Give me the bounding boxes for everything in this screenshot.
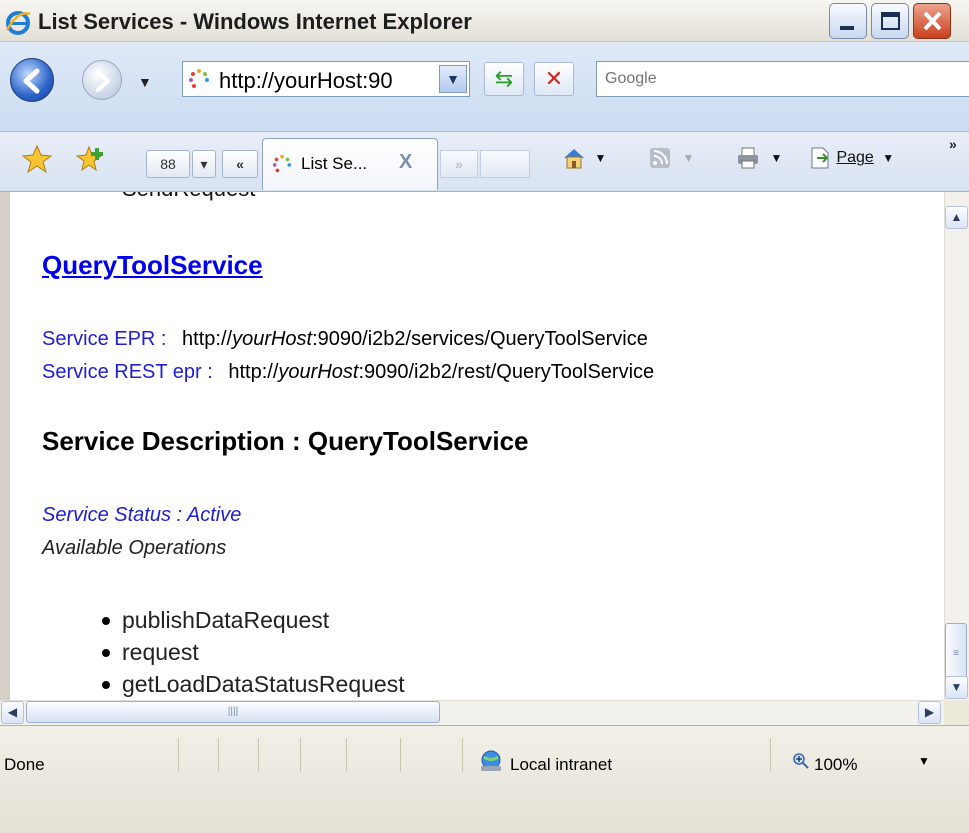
stop-icon: ✕ bbox=[544, 66, 564, 91]
intranet-zone-icon bbox=[481, 750, 501, 771]
close-window-button[interactable] bbox=[913, 3, 951, 39]
rss-feed-icon bbox=[650, 148, 670, 168]
back-arrow-icon bbox=[23, 68, 40, 94]
page-content: SendRequest QueryToolService Service EPR… bbox=[0, 192, 944, 700]
chevron-down-icon[interactable]: ▼ bbox=[594, 151, 606, 165]
horizontal-scroll-thumb[interactable]: |||| bbox=[26, 701, 440, 723]
scroll-down-button[interactable]: ▼ bbox=[945, 676, 968, 699]
window-title: List Services - Windows Internet Explore… bbox=[38, 9, 472, 34]
minimize-button[interactable] bbox=[829, 3, 867, 39]
chevron-up-icon: ▲ bbox=[950, 210, 963, 224]
chevron-down-icon: ▼ bbox=[950, 680, 963, 694]
status-text: Done bbox=[4, 755, 45, 774]
quick-tabs-button[interactable]: 88 bbox=[146, 150, 190, 178]
zoom-icon bbox=[793, 753, 809, 769]
chevron-right-icon: ▶ bbox=[924, 705, 935, 719]
grip-icon: |||| bbox=[227, 706, 239, 717]
service-rest-epr-row: Service REST epr : http://yourHost:9090/… bbox=[42, 361, 654, 384]
scroll-tabs-left-button[interactable]: « bbox=[222, 150, 258, 178]
back-button[interactable] bbox=[10, 58, 54, 102]
scroll-tabs-right-button[interactable]: » bbox=[440, 150, 478, 178]
list-item: request bbox=[80, 636, 405, 668]
list-item: publishDataRequest bbox=[80, 604, 405, 636]
status-divider bbox=[258, 738, 259, 772]
loading-spinner-icon bbox=[189, 69, 209, 88]
favorites-star-icon[interactable] bbox=[22, 144, 52, 174]
chevron-left-icon: ◀ bbox=[7, 705, 18, 719]
scrollbar-corner bbox=[944, 700, 969, 725]
status-divider bbox=[218, 738, 219, 772]
service-epr-value: http://yourHost:9090/i2b2/services/Query… bbox=[182, 328, 648, 350]
status-divider bbox=[462, 738, 463, 772]
home-icon bbox=[564, 149, 584, 169]
page-icon bbox=[811, 147, 829, 169]
more-commands-chevron-icon[interactable]: » bbox=[949, 136, 957, 152]
status-divider bbox=[400, 738, 401, 772]
address-url[interactable]: http://yourHost:90 bbox=[219, 68, 424, 94]
page-menu-button[interactable]: Page ▼ bbox=[808, 146, 894, 170]
service-epr-row: Service EPR : http://yourHost:9090/i2b2/… bbox=[42, 328, 648, 351]
chevron-down-icon: ▾ bbox=[200, 156, 208, 172]
service-description-heading: Service Description : QueryToolService bbox=[42, 426, 529, 456]
service-name-link[interactable]: QueryToolService bbox=[42, 250, 263, 281]
status-divider bbox=[300, 738, 301, 772]
service-epr-label: Service EPR : bbox=[42, 328, 167, 350]
loading-spinner-icon bbox=[272, 154, 292, 173]
chevron-down-icon[interactable]: ▼ bbox=[682, 151, 694, 165]
scroll-left-button[interactable]: ◀ bbox=[1, 701, 24, 724]
grip-icon: ≡ bbox=[953, 648, 959, 659]
new-tab-button[interactable] bbox=[480, 150, 530, 178]
double-chevron-right-icon: » bbox=[455, 156, 463, 172]
chevron-down-icon[interactable]: ▼ bbox=[882, 151, 894, 165]
minimize-icon bbox=[840, 26, 854, 30]
address-bar[interactable]: http://yourHost:90 ▼ bbox=[182, 61, 470, 97]
zoom-level[interactable]: 100% bbox=[814, 755, 857, 775]
zoom-dropdown-icon[interactable]: ▼ bbox=[918, 754, 930, 768]
tab-list-services[interactable]: List Se... X bbox=[262, 138, 438, 190]
tab-label: List Se... bbox=[301, 154, 368, 173]
home-button[interactable]: ▼ bbox=[562, 146, 606, 170]
stop-button[interactable]: ✕ bbox=[534, 62, 574, 96]
search-input[interactable] bbox=[597, 62, 969, 96]
close-icon bbox=[923, 11, 942, 31]
feeds-button[interactable]: ▼ bbox=[648, 146, 694, 170]
add-favorite-icon[interactable] bbox=[76, 144, 106, 174]
service-rest-epr-value: http://yourHost:9090/i2b2/rest/QueryTool… bbox=[228, 361, 655, 383]
maximize-button[interactable] bbox=[871, 3, 909, 39]
status-bar bbox=[0, 725, 969, 833]
operations-list: publishDataRequest request getLoadDataSt… bbox=[80, 604, 405, 700]
forward-arrow-icon bbox=[96, 70, 110, 92]
security-zone-label[interactable]: Local intranet bbox=[510, 755, 612, 775]
service-rest-epr-label: Service REST epr : bbox=[42, 361, 213, 383]
cut-off-text: SendRequest bbox=[122, 192, 255, 202]
refresh-icon: ⇆ bbox=[494, 66, 514, 91]
double-chevron-left-icon: « bbox=[236, 156, 244, 172]
print-button[interactable]: ▼ bbox=[736, 146, 782, 170]
internet-explorer-icon bbox=[5, 11, 31, 35]
tab-close-icon[interactable]: X bbox=[399, 151, 412, 174]
service-status: Service Status : Active bbox=[42, 504, 242, 526]
tab-list-button[interactable]: ▾ bbox=[192, 150, 216, 178]
page-menu-label: Page bbox=[836, 149, 874, 167]
scroll-right-button[interactable]: ▶ bbox=[918, 701, 941, 724]
available-operations-label: Available Operations bbox=[42, 537, 227, 559]
list-item: getLoadDataStatusRequest bbox=[80, 668, 405, 700]
status-divider bbox=[346, 738, 347, 772]
chevron-down-icon[interactable]: ▼ bbox=[770, 151, 782, 165]
status-divider bbox=[770, 738, 771, 772]
search-box[interactable] bbox=[596, 61, 969, 97]
status-divider bbox=[178, 738, 179, 772]
printer-icon bbox=[738, 147, 758, 169]
maximize-icon bbox=[881, 12, 900, 30]
quick-tabs-icon: 88 bbox=[160, 156, 176, 172]
title-bar: List Services - Windows Internet Explore… bbox=[0, 0, 969, 42]
scroll-up-button[interactable]: ▲ bbox=[945, 206, 968, 229]
refresh-button[interactable]: ⇆ bbox=[484, 62, 524, 96]
address-dropdown-button[interactable]: ▼ bbox=[439, 65, 467, 93]
forward-button[interactable] bbox=[82, 60, 122, 100]
recent-pages-dropdown[interactable]: ▼ bbox=[138, 74, 152, 90]
